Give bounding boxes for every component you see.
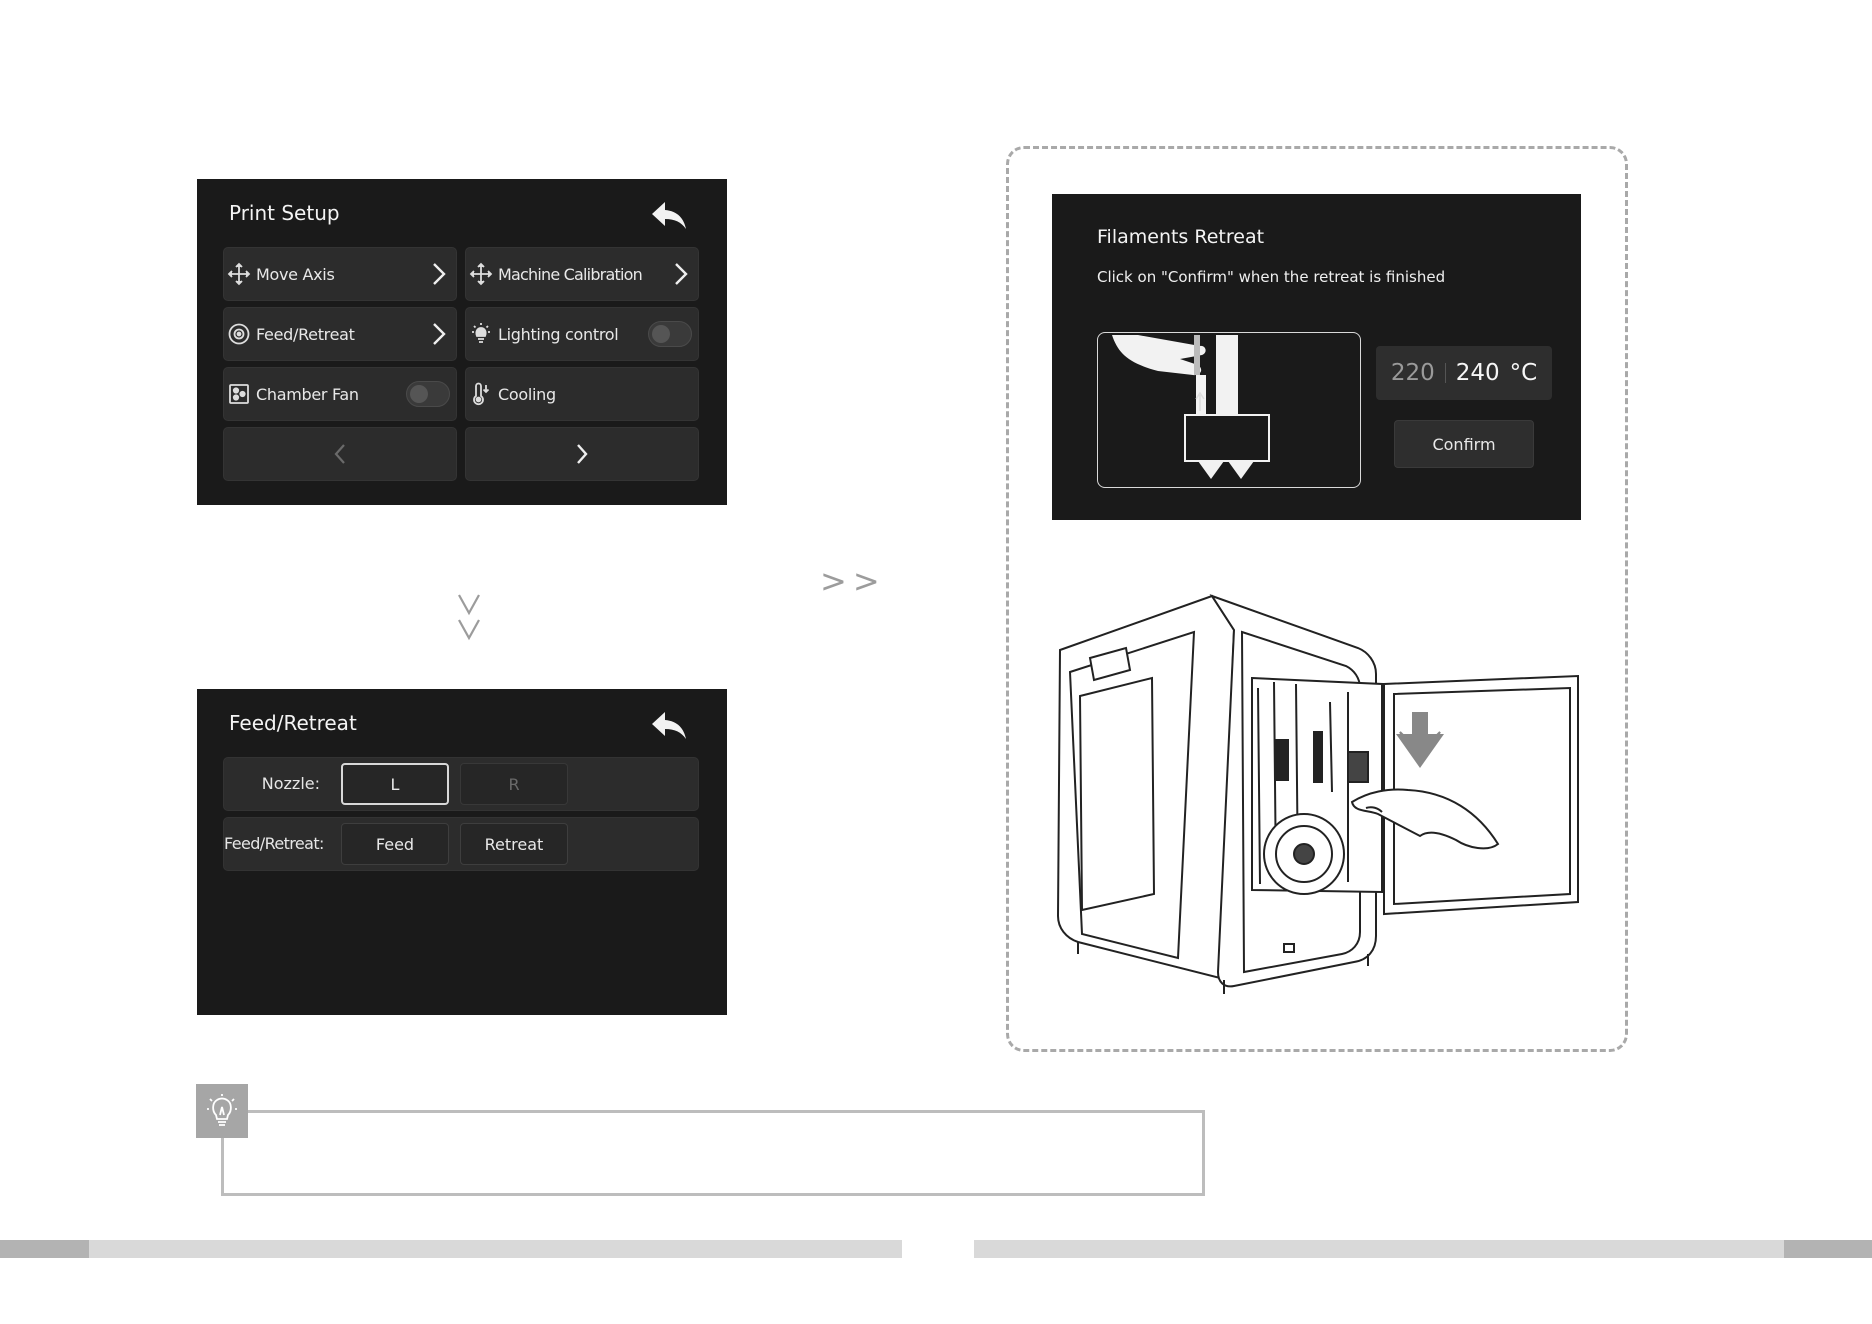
previous-page-button[interactable] (223, 427, 457, 481)
footer-bar-right (974, 1240, 1872, 1258)
back-button[interactable] (649, 199, 689, 233)
back-button[interactable] (649, 709, 689, 743)
feed-retreat-label: Feed/Retreat: (224, 834, 324, 853)
feed-retreat-row: Feed/Retreat: Feed Retreat (223, 817, 699, 871)
page-title: Filaments Retreat (1097, 226, 1265, 248)
chevron-right-icon (675, 263, 688, 285)
confirm-button[interactable]: Confirm (1394, 420, 1534, 468)
temperature-display: 220 240 °C (1376, 346, 1552, 400)
feed-retreat-screen: Feed/Retreat Nozzle: L R Feed/Retreat: F… (197, 689, 727, 1015)
retreat-illustration (1097, 332, 1361, 488)
current-temperature: 220 (1390, 360, 1435, 386)
menu-item-label: Cooling (498, 384, 556, 404)
menu-item-cooling[interactable]: Cooling (465, 367, 699, 421)
menu-item-label: Lighting control (498, 324, 619, 344)
menu-item-chamber-fan[interactable]: Chamber Fan (223, 367, 457, 421)
nozzle-label: Nozzle: (261, 774, 320, 793)
footer-accent-right (1784, 1240, 1872, 1258)
menu-item-machine-calibration[interactable]: Machine Calibration (465, 247, 699, 301)
chevron-right-icon (433, 263, 446, 285)
menu-item-label: Machine Calibration (498, 264, 643, 284)
page-title: Print Setup (229, 201, 340, 225)
feed-button[interactable]: Feed (341, 823, 449, 865)
menu-item-label: Move Axis (256, 264, 335, 284)
printer-illustration (1048, 592, 1588, 1004)
retreat-button[interactable]: Retreat (460, 823, 568, 865)
tip-icon (196, 1084, 248, 1138)
nozzle-r-button[interactable]: R (460, 763, 568, 805)
filaments-retreat-screen: Filaments Retreat Click on "Confirm" whe… (1052, 194, 1581, 520)
chamber-fan-toggle[interactable] (406, 381, 450, 407)
temperature-divider (1444, 363, 1446, 383)
print-setup-screen: Print Setup Move Axis Machine Calibratio… (197, 179, 727, 505)
lighting-toggle[interactable] (648, 321, 692, 347)
step-arrow: >> (820, 562, 886, 600)
menu-item-feed-retreat[interactable]: Feed/Retreat (223, 307, 457, 361)
next-page-button[interactable] (465, 427, 699, 481)
footer-accent-left (0, 1240, 89, 1258)
nozzle-row: Nozzle: L R (223, 757, 699, 811)
back-arrow-icon (652, 712, 686, 739)
footer-bar-left (0, 1240, 902, 1258)
menu-item-label: Feed/Retreat (256, 324, 355, 344)
move-axis-icon (226, 261, 252, 287)
calibration-icon (468, 261, 494, 287)
chevron-right-icon (577, 444, 588, 464)
down-arrow-icon (456, 592, 482, 644)
light-bulb-icon (207, 1094, 237, 1126)
filament-spool-icon (226, 321, 252, 347)
tip-box (221, 1110, 1205, 1196)
page-title: Feed/Retreat (229, 711, 357, 735)
fan-icon (226, 381, 252, 407)
chevron-right-icon (433, 323, 446, 345)
target-temperature: 240 (1455, 360, 1500, 386)
thermometer-icon (468, 381, 494, 407)
chevron-left-icon (334, 444, 345, 464)
temperature-unit: °C (1509, 360, 1538, 386)
back-arrow-icon (652, 202, 686, 229)
nozzle-l-button[interactable]: L (341, 763, 449, 805)
instruction-text: Click on "Confirm" when the retreat is f… (1097, 268, 1446, 286)
menu-item-label: Chamber Fan (256, 384, 359, 404)
menu-item-move-axis[interactable]: Move Axis (223, 247, 457, 301)
menu-item-lighting-control[interactable]: Lighting control (465, 307, 699, 361)
light-bulb-icon (468, 321, 494, 347)
